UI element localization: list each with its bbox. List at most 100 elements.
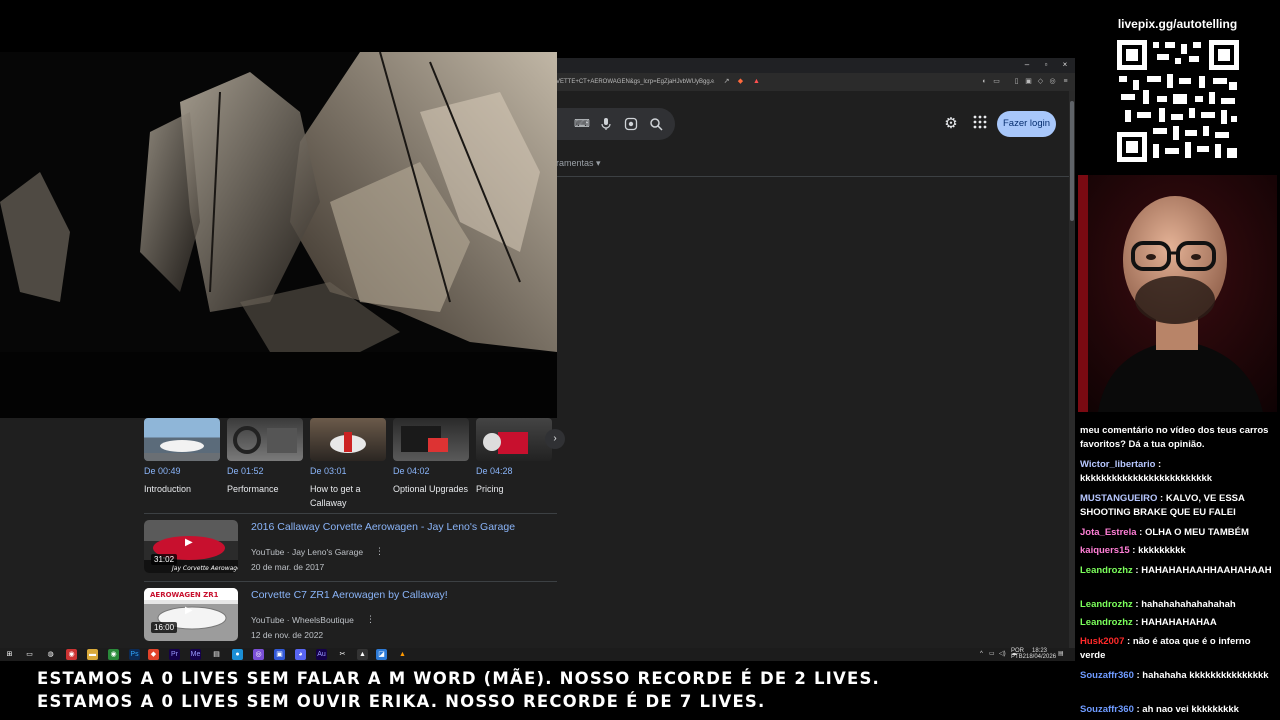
minimize-button[interactable]: – (1020, 59, 1034, 71)
chapter-time[interactable]: De 00:49 (144, 466, 224, 476)
tools-menu[interactable]: ramentas ▾ (556, 158, 601, 169)
lens-icon[interactable] (624, 117, 638, 131)
qr-code (1117, 40, 1239, 162)
play-icon: ▶ (185, 605, 193, 616)
chat-username[interactable]: Jota_Estrela (1080, 527, 1137, 538)
volume-icon[interactable]: ◁) (999, 651, 1006, 657)
app-icon[interactable]: ▣ (274, 649, 285, 660)
brave-icon[interactable]: ◆ (148, 649, 159, 660)
chapter-thumbnail[interactable] (393, 418, 469, 461)
chapter-title: Introduction (144, 484, 192, 494)
more-options-icon[interactable]: ⋮ (366, 614, 375, 625)
chat-message: kaiquers15 : kkkkkkkkk (1080, 544, 1275, 558)
chapter-time[interactable]: De 04:28 (476, 466, 556, 476)
share-icon[interactable]: ↗ (722, 77, 731, 86)
chat-username[interactable]: Husk2007 (1080, 636, 1124, 647)
task-view-icon[interactable]: ▭ (24, 649, 35, 660)
chapter-time[interactable]: De 01:52 (227, 466, 307, 476)
video-player[interactable] (0, 52, 557, 418)
search-icon[interactable] (649, 117, 663, 131)
result-source: YouTube · WheelsBoutique (251, 615, 354, 625)
app-icon[interactable]: ● (232, 649, 243, 660)
result-title[interactable]: 2016 Callaway Corvette Aerowagen - Jay L… (251, 521, 515, 533)
chapter-thumbnail[interactable] (310, 418, 386, 461)
apps-grid-icon[interactable] (971, 115, 989, 133)
vlc-icon[interactable]: ▲ (397, 649, 408, 660)
app-icon[interactable]: ◪ (376, 649, 387, 660)
chat-username[interactable]: Leandrozhz (1080, 565, 1133, 576)
result-source: YouTube · Jay Leno's Garage (251, 547, 364, 557)
windows-start-icon[interactable]: ⊞ (4, 649, 15, 660)
audition-icon[interactable]: Au (316, 649, 327, 660)
play-icon: ▶ (185, 537, 193, 548)
chat-username[interactable]: Leandrozhz (1080, 617, 1133, 628)
chapter-time[interactable]: De 03:01 (310, 466, 390, 476)
vpn-icon[interactable]: ◎ (1048, 77, 1057, 86)
language-bottom[interactable]: PTB2 (1011, 654, 1026, 660)
file-explorer-icon[interactable]: ▬ (87, 649, 98, 660)
notification-icon[interactable]: ▤ (1058, 651, 1064, 657)
maximize-button[interactable]: ▫ (1039, 59, 1053, 71)
wallet-icon[interactable]: ▣ (1024, 77, 1033, 86)
chapter-item[interactable]: De 03:01 How to get a Callaway (310, 418, 390, 510)
chat-message: Leandrozhz : hahahahahahahahah (1080, 598, 1275, 612)
extension-icon-2[interactable]: ▭ (992, 77, 1001, 86)
notepad-icon[interactable]: ▤ (211, 649, 222, 660)
video-result[interactable]: Jay Corvette Aerowagen ▶ 31:02 2016 Call… (144, 520, 559, 580)
chevron-up-icon[interactable]: ^ (980, 651, 983, 657)
app-icon[interactable]: ◍ (45, 649, 56, 660)
video-thumbnail[interactable]: AEROWAGEN ZR1 ▶ 16:00 (144, 588, 238, 641)
chapter-thumbnail[interactable] (144, 418, 220, 461)
chapter-thumbnail[interactable] (227, 418, 303, 461)
premiere-icon[interactable]: Pr (169, 649, 180, 660)
brave-shield-icon[interactable]: ◆ (736, 77, 745, 86)
chat-username[interactable]: MUSTANGUEIRO (1080, 493, 1157, 504)
chapter-thumbnail[interactable] (476, 418, 552, 461)
clock-date[interactable]: 18/04/2026 (1026, 654, 1056, 660)
chat-username[interactable]: Souzaffr360 (1080, 670, 1134, 681)
chat-message: MUSTANGUEIRO : KALVO, VE ESSA SHOOTING B… (1080, 492, 1275, 520)
discord-icon[interactable]: ◕ (295, 649, 306, 660)
chat-username[interactable]: Leandrozhz (1080, 599, 1133, 610)
chat-message: Leandrozhz : HAHAHAHAAHHAAHAHAAH (1080, 564, 1275, 578)
menu-icon[interactable]: ≡ (1061, 77, 1070, 86)
chapter-title: Optional Upgrades (393, 484, 469, 494)
caret-down-icon: ▾ (596, 158, 601, 168)
zoom-icon[interactable]: ⌕ (708, 77, 717, 86)
bookmark-icon[interactable]: ◇ (1036, 77, 1045, 86)
brave-rewards-icon[interactable]: ▲ (752, 77, 761, 86)
video-thumbnail[interactable]: Jay Corvette Aerowagen ▶ 31:02 (144, 520, 238, 573)
close-button[interactable]: × (1058, 59, 1072, 71)
chevron-right-icon[interactable]: › (545, 429, 565, 449)
photoshop-icon[interactable]: Ps (129, 649, 140, 660)
media-encoder-icon[interactable]: Me (190, 649, 201, 660)
extension-icon[interactable]: ◐ (980, 77, 989, 86)
chat-username[interactable]: Wictor_libertario (1080, 459, 1155, 470)
chrome-icon[interactable]: ◉ (108, 649, 119, 660)
chat-text: : OLHA O MEU TAMBÉM (1136, 527, 1249, 538)
keyboard-icon[interactable]: ⌨ (574, 117, 590, 131)
chat-message: Souzaffr360 : hahahaha kkkkkkkkkkkkkkk (1080, 669, 1275, 683)
network-icon[interactable]: ▭ (989, 651, 995, 657)
app-icon[interactable]: ◎ (253, 649, 264, 660)
gear-icon[interactable]: ⚙ (942, 115, 960, 133)
chapter-item[interactable]: De 01:52 Performance (227, 418, 307, 496)
login-button[interactable]: Fazer login (997, 111, 1056, 137)
more-options-icon[interactable]: ⋮ (375, 546, 384, 557)
chapter-time[interactable]: De 04:02 (393, 466, 473, 476)
search-box[interactable]: ⌨ (540, 108, 675, 140)
chapter-item[interactable]: De 00:49 Introduction (144, 418, 224, 496)
app-icon[interactable]: ▲ (357, 649, 368, 660)
chapter-item[interactable]: De 04:28 Pricing (476, 418, 556, 496)
app-icon[interactable]: ◉ (66, 649, 77, 660)
chapter-item[interactable]: De 04:02 Optional Upgrades (393, 418, 473, 496)
chat-username[interactable]: Souzaffr360 (1080, 704, 1134, 715)
video-result[interactable]: AEROWAGEN ZR1 ▶ 16:00 Corvette C7 ZR1 Ae… (144, 588, 559, 648)
chat-username[interactable]: kaiquers15 (1080, 545, 1130, 556)
chat-message: Jota_Estrela : OLHA O MEU TAMBÉM (1080, 526, 1275, 540)
capcut-icon[interactable]: ✂ (337, 649, 348, 660)
scrollbar-thumb[interactable] (1070, 101, 1074, 221)
microphone-icon[interactable] (599, 117, 613, 131)
result-title[interactable]: Corvette C7 ZR1 Aerowagen by Callaway! (251, 589, 448, 601)
sidebar-icon[interactable]: ▯ (1012, 77, 1021, 86)
